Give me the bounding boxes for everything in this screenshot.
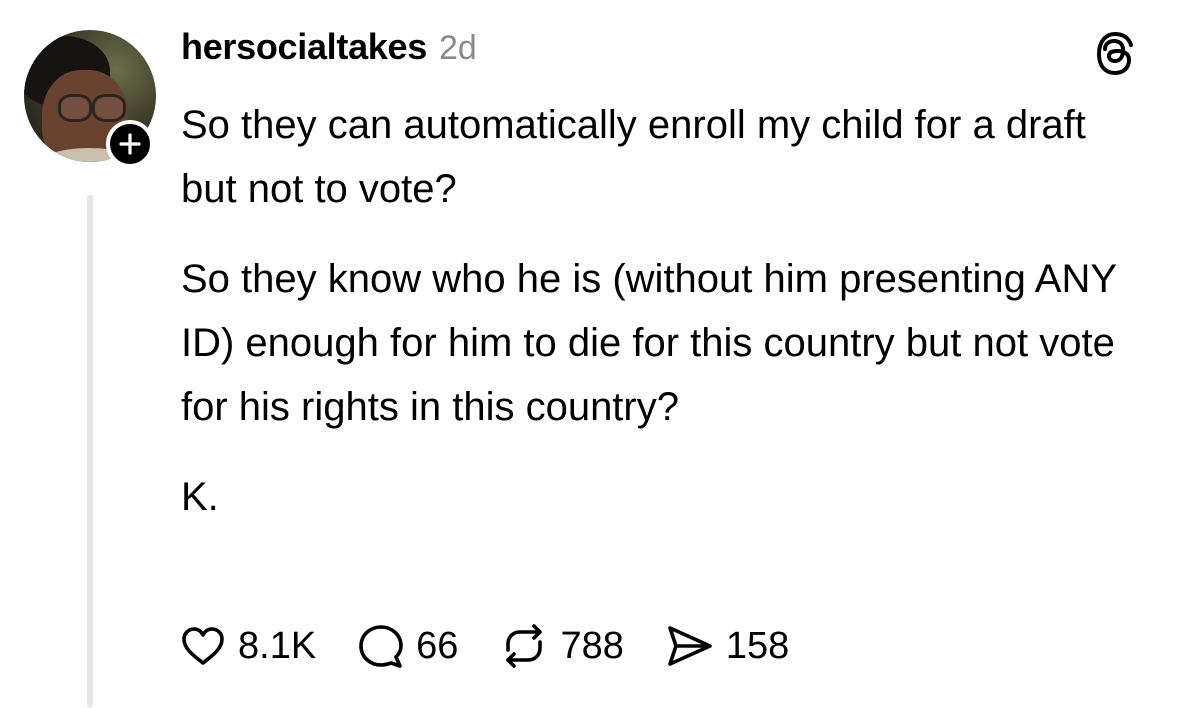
plus-icon [119,133,141,155]
reply-count: 66 [416,624,459,667]
post-paragraph: So they know who he is (without him pres… [181,257,1117,429]
follow-button[interactable] [106,120,154,168]
threads-logo-icon[interactable] [1093,30,1137,78]
repost-count: 788 [560,624,624,667]
glasses-icon [58,94,92,122]
repost-button[interactable]: 788 [500,624,624,668]
post-body: So they can automatically enroll my chil… [181,93,1141,555]
post-header: hersocialtakes 2d [181,26,477,70]
repost-icon [506,624,543,668]
post-timestamp: 2d [438,29,477,67]
post-paragraph: So they can automatically enroll my chil… [181,103,1086,211]
like-button[interactable]: 8.1K [180,625,316,668]
like-count: 8.1K [238,624,317,667]
share-count: 158 [725,624,790,667]
comment-bubble-icon [359,625,403,668]
reply-button[interactable]: 66 [358,623,458,669]
share-button[interactable]: 158 [666,624,789,668]
post-paragraph: K. [181,475,219,519]
username[interactable]: hersocialtakes [181,26,427,68]
action-bar: 8.1K 66 788 158 [180,618,831,674]
thread-connector-line [87,195,93,708]
send-icon [668,626,712,666]
heart-icon [182,627,224,665]
